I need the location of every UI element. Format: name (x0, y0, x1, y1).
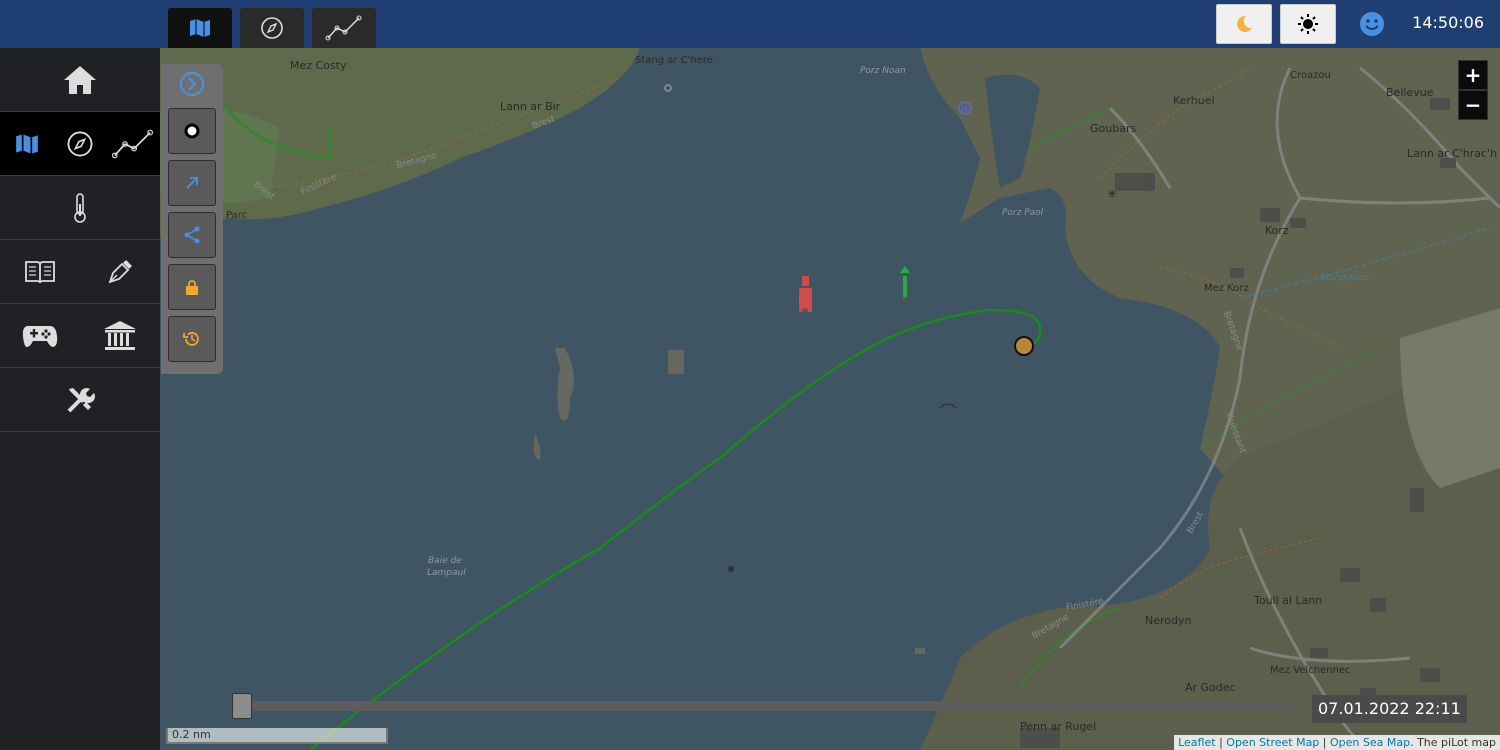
map-label-porz-paol: Porz Paol (1002, 208, 1044, 218)
history-button[interactable] (168, 316, 216, 362)
tab-map[interactable] (168, 8, 232, 48)
chevron-right-circle-icon (179, 71, 205, 97)
zoom-in-button[interactable]: + (1458, 60, 1488, 90)
map-label-stang-korz: Stang Korz (1320, 273, 1369, 283)
map-label-penn-ar-rugel: Penn ar Rugel (1020, 720, 1097, 733)
map-base-layer: H ✳ (160, 48, 1500, 750)
map-label-korz: Korz (1265, 224, 1289, 237)
smiley-icon[interactable] (1358, 10, 1386, 38)
clock: 14:50:06 (1412, 13, 1484, 32)
sidebar-row-home (0, 48, 160, 112)
map-label-toull-al-lann: Toull al Lann (1254, 594, 1323, 607)
map-label-mez-costy: Mez Costy (290, 59, 347, 72)
map-label-lampaul: Lampaul (427, 568, 466, 578)
zoom-out-button[interactable]: − (1458, 90, 1488, 120)
map-icon (15, 133, 38, 154)
home-button[interactable] (56, 56, 104, 104)
leaflet-link[interactable]: Leaflet (1178, 736, 1215, 749)
thermometer-icon (74, 192, 86, 223)
sidebar-row-sensors (0, 176, 160, 240)
timeline-slider-handle[interactable] (232, 693, 252, 719)
map-label-lann-ar-bir: Lann ar Bir (500, 100, 561, 113)
pen-button[interactable] (96, 248, 144, 296)
map-label-parc: Parc (226, 210, 248, 221)
map-label-mez-velchennec: Mez Velchennec (1270, 665, 1351, 676)
attribution-separator: | (1322, 736, 1327, 749)
timeline-slider-track[interactable] (232, 701, 1298, 711)
map-label-bellevue: Bellevue (1386, 86, 1434, 99)
buoy-green-marker (900, 266, 910, 303)
svg-text:H: H (961, 105, 968, 115)
thermometer-button[interactable] (56, 184, 104, 232)
map-label-baie-de: Baie de (428, 556, 462, 566)
share-icon (184, 226, 200, 244)
sidebar-map-button[interactable] (3, 120, 51, 168)
bank-icon (104, 320, 136, 350)
dark-theme-button[interactable] (1216, 4, 1272, 44)
sidebar-track-button[interactable] (109, 120, 157, 168)
map-label-mez-korz: Mez Korz (1204, 283, 1249, 294)
arrow-up-right-icon (186, 177, 198, 189)
attribution-suffix: . The piLot map (1410, 736, 1496, 749)
tools-icon (67, 387, 95, 412)
map-label-lann-ar-chrach: Lann ar C'hrac'h (1407, 147, 1498, 160)
share-button[interactable] (168, 212, 216, 258)
map-label-ar-godec: Ar Godec (1185, 681, 1236, 694)
attribution-separator: | (1219, 736, 1223, 749)
osm-link[interactable]: Open Street Map (1226, 736, 1319, 749)
bank-button[interactable] (96, 312, 144, 360)
pen-icon (108, 259, 132, 283)
map-tool-panel (161, 64, 223, 374)
gamepad-icon (22, 325, 58, 347)
sidebar-row-log (0, 240, 160, 304)
sidebar-row-extras (0, 304, 160, 368)
open-sea-map-link[interactable]: Open Sea Map (1330, 736, 1410, 749)
center-boat-button[interactable] (168, 108, 216, 154)
chart-line-icon (325, 15, 362, 41)
history-icon (183, 332, 199, 346)
sidebar (0, 48, 160, 750)
logbook-button[interactable] (16, 248, 64, 296)
light-theme-button[interactable] (1280, 4, 1336, 44)
map-label-croazou: Croazou (1290, 70, 1331, 81)
sidebar-row-nav (0, 112, 160, 176)
sidebar-row-settings (0, 368, 160, 432)
map-label-goubars: Goubars (1090, 122, 1137, 135)
top-bar: 14:50:06 (0, 0, 1500, 48)
sidebar-compass-button[interactable] (56, 120, 104, 168)
moon-icon (1237, 15, 1252, 32)
gamepad-button[interactable] (16, 312, 64, 360)
expand-panel-button[interactable] (178, 70, 206, 98)
chart-line-icon (112, 129, 154, 158)
compass-icon (67, 131, 93, 156)
tab-compass[interactable] (240, 8, 304, 48)
lock-button[interactable] (168, 264, 216, 310)
map-label-nerodyn: Nerodyn (1145, 614, 1192, 627)
compass-icon (261, 17, 283, 39)
buoy-red-marker (799, 276, 812, 314)
tab-track[interactable] (312, 8, 376, 48)
map-label-porz-noan: Porz Noan (860, 66, 906, 76)
lock-icon (186, 280, 198, 295)
tools-button[interactable] (56, 376, 104, 424)
map-scale: 0.2 nm (166, 728, 388, 744)
logbook-icon (25, 260, 55, 283)
map-label-kerhuel: Kerhuel (1173, 94, 1215, 107)
zoom-control: + − (1458, 60, 1488, 120)
heading-up-button[interactable] (168, 160, 216, 206)
svg-text:✳: ✳ (1107, 187, 1117, 201)
map-icon (190, 19, 210, 37)
sun-icon (1298, 14, 1318, 34)
position-dot-icon (184, 123, 200, 139)
timeline-time-display: 07.01.2022 22:11 (1312, 695, 1467, 723)
map-label-stang-ar-chere: Stang ar C'here (635, 55, 713, 66)
map-attribution: Leaflet | Open Street Map | Open Sea Map… (1174, 735, 1500, 750)
home-icon (64, 65, 96, 94)
chart-map[interactable]: H ✳ Mez Costy Stang ar C'here Porz Noan … (160, 48, 1500, 750)
